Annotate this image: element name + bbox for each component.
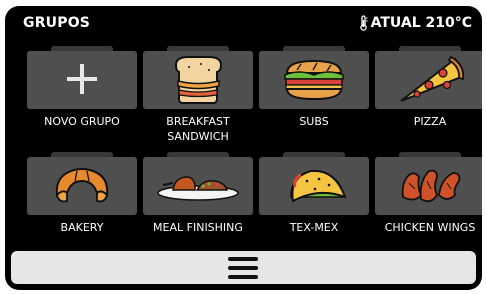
folder xyxy=(143,152,253,216)
folder xyxy=(27,46,137,110)
group-tile-novo-grupo[interactable]: NOVO GRUPO xyxy=(27,46,137,142)
folder xyxy=(27,152,137,216)
chicken-wings-icon xyxy=(401,169,461,203)
meal-plate-icon xyxy=(157,176,239,201)
folder xyxy=(259,46,369,110)
group-label: TEX-MEX xyxy=(289,221,339,234)
temperature-value: ATUAL 210°C xyxy=(370,15,472,31)
group-label: MEAL FINISHING xyxy=(153,221,243,234)
group-tile-meal-finishing[interactable]: MEAL FINISHING xyxy=(143,152,253,248)
group-label: BAKERY xyxy=(60,221,104,234)
group-tile-bakery[interactable]: BAKERY xyxy=(27,152,137,248)
group-tile-pizza[interactable]: PIZZA xyxy=(375,46,482,142)
page-title: GRUPOS xyxy=(23,15,91,31)
group-tile-chicken-wings[interactable]: CHICKEN WINGS xyxy=(375,152,482,248)
group-tile-subs[interactable]: SUBS xyxy=(259,46,369,142)
thermometer-icon xyxy=(359,15,368,31)
group-label: PIZZA xyxy=(413,115,447,128)
header: GRUPOS ATUAL 210°C xyxy=(5,6,482,40)
folder xyxy=(375,46,482,110)
sandwich-icon xyxy=(174,56,223,104)
group-tile-breakfast-sandwich[interactable]: BREAKFAST SANDWICH xyxy=(143,46,253,143)
plus-icon xyxy=(67,64,97,94)
hamburger-menu-icon[interactable] xyxy=(228,257,258,279)
bottom-bar xyxy=(11,251,476,284)
group-label: CHICKEN WINGS xyxy=(384,221,476,234)
group-tile-tex-mex[interactable]: TEX-MEX xyxy=(259,152,369,248)
temperature-readout: ATUAL 210°C xyxy=(359,15,472,31)
folder xyxy=(143,46,253,110)
folder xyxy=(375,152,482,216)
taco-icon xyxy=(290,169,347,203)
group-label: SUBS xyxy=(299,115,329,128)
group-label: BREAKFAST SANDWICH xyxy=(166,115,230,143)
folder xyxy=(259,152,369,216)
sub-sandwich-icon xyxy=(284,59,344,101)
group-label: NOVO GRUPO xyxy=(44,115,120,128)
pizza-slice-icon xyxy=(400,55,465,102)
screen: GRUPOS ATUAL 210°C NOVO GRUPO BREAKFAST … xyxy=(5,6,482,290)
croissant-icon xyxy=(55,168,109,203)
